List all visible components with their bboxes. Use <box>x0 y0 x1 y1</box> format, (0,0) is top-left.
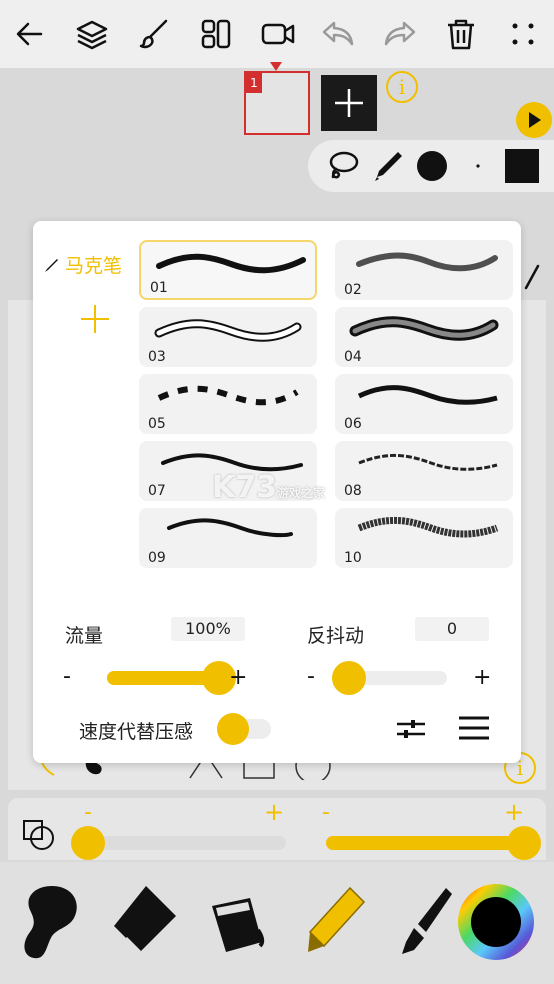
brush-stroke-preview <box>356 252 498 272</box>
brush-stroke-preview <box>357 385 498 405</box>
brush-10[interactable]: 10 <box>335 508 513 568</box>
watermark-sub: 游戏之家 <box>277 486 326 500</box>
brush-number: 02 <box>344 282 362 298</box>
toggle-knob <box>217 713 249 745</box>
opacity-minus-button[interactable]: - <box>322 800 330 825</box>
brush-06[interactable]: 06 <box>335 374 513 434</box>
frame-thumbnail[interactable]: 1 <box>244 71 310 135</box>
opacity-slider-fill <box>326 836 524 850</box>
lasso-icon[interactable] <box>324 148 360 184</box>
speed-pressure-label: 速度代替压感 <box>79 721 194 743</box>
size-slider[interactable] <box>71 826 286 860</box>
brush-stroke-preview <box>157 385 299 406</box>
brush-stroke-preview <box>154 319 302 342</box>
marker-icon[interactable] <box>292 876 376 968</box>
anti-shake-slider[interactable] <box>332 661 447 695</box>
info-icon[interactable]: i <box>386 71 418 103</box>
speed-pressure-toggle[interactable] <box>217 713 271 745</box>
size-minus-button[interactable]: - <box>84 800 92 825</box>
pen-icon <box>45 258 58 272</box>
edit-pencil-icon <box>520 262 540 292</box>
brush-number: 03 <box>148 349 166 365</box>
back-arrow-icon[interactable] <box>10 14 50 54</box>
brush-stroke-preview <box>358 453 498 471</box>
anti-shake-minus-button[interactable]: - <box>307 666 315 688</box>
flow-value[interactable]: 100% <box>171 617 245 641</box>
brush-number: 10 <box>344 550 362 566</box>
shape-overlap-icon[interactable] <box>22 818 56 852</box>
fill-circle-icon[interactable] <box>414 148 450 184</box>
size-plus-button[interactable]: + <box>264 798 284 826</box>
panels-icon[interactable] <box>196 14 236 54</box>
size-slider-knob[interactable] <box>71 826 105 860</box>
opacity-plus-button[interactable]: + <box>504 798 524 826</box>
pencil-icon[interactable] <box>370 148 406 184</box>
brush-number: 01 <box>150 280 168 296</box>
plus-icon <box>335 89 363 117</box>
brush-04[interactable]: 04 <box>335 307 513 367</box>
blob-brush-icon[interactable] <box>10 876 94 968</box>
brush-stroke-preview <box>349 316 499 341</box>
brush-number: 08 <box>344 483 362 499</box>
brush-number: 05 <box>148 416 166 432</box>
bottom-tool-bar <box>0 862 554 984</box>
anti-shake-value[interactable]: 0 <box>415 617 489 641</box>
opacity-slider-knob[interactable] <box>507 826 541 860</box>
brush-05[interactable]: 05 <box>139 374 317 434</box>
layers-icon[interactable] <box>72 14 112 54</box>
current-frame-marker <box>270 62 282 71</box>
menu-list-icon[interactable] <box>457 713 491 743</box>
brush-number: 04 <box>344 349 362 365</box>
play-button[interactable] <box>516 102 552 138</box>
add-brush-button[interactable] <box>77 301 113 337</box>
brush-stroke-preview <box>167 518 293 538</box>
brush-category-tab[interactable]: 马克笔 <box>43 251 125 278</box>
brush-number: 06 <box>344 416 362 432</box>
square-icon[interactable] <box>504 148 540 184</box>
paint-bucket-icon[interactable] <box>198 876 282 968</box>
brush-01[interactable]: 01 <box>139 240 317 300</box>
anti-shake-label: 反抖动 <box>307 625 365 647</box>
add-frame-button[interactable] <box>321 75 377 131</box>
anti-shake-slider-knob[interactable] <box>332 661 366 695</box>
brush-02[interactable]: 02 <box>335 240 513 300</box>
plus-icon <box>81 305 109 333</box>
flow-plus-button[interactable]: + <box>229 667 247 689</box>
brush-stroke-preview <box>357 516 499 538</box>
anti-shake-plus-button[interactable]: + <box>473 667 491 689</box>
tool-strip <box>308 140 554 192</box>
brush-03[interactable]: 03 <box>139 307 317 367</box>
current-color-swatch <box>471 897 521 947</box>
top-toolbar <box>0 0 554 68</box>
eraser-icon[interactable] <box>104 876 188 968</box>
small-dot-icon[interactable] <box>460 148 496 184</box>
brush-number: 07 <box>148 483 166 499</box>
frame-number: 1 <box>246 73 262 93</box>
watermark: K73游戏之家 <box>212 470 325 505</box>
opacity-slider[interactable] <box>326 826 541 860</box>
size-opacity-panel: - + - + <box>8 798 546 860</box>
brush-icon[interactable] <box>134 14 174 54</box>
video-icon[interactable] <box>258 14 298 54</box>
trash-icon[interactable] <box>441 14 481 54</box>
brush-09[interactable]: 09 <box>139 508 317 568</box>
flow-label: 流量 <box>65 625 104 647</box>
brush-stroke-preview <box>156 253 306 274</box>
color-wheel-icon[interactable] <box>454 876 538 968</box>
more-icon[interactable] <box>503 14 543 54</box>
redo-icon[interactable] <box>380 14 420 54</box>
play-icon <box>529 112 541 128</box>
flow-minus-button[interactable]: - <box>63 666 71 688</box>
flow-slider[interactable] <box>107 661 236 695</box>
adjust-sliders-icon[interactable] <box>395 715 427 743</box>
watermark-main: K73 <box>212 470 277 505</box>
brush-08[interactable]: 08 <box>335 441 513 501</box>
brush-number: 09 <box>148 550 166 566</box>
brush-category-label: 马克笔 <box>65 255 123 277</box>
undo-icon[interactable] <box>318 14 358 54</box>
